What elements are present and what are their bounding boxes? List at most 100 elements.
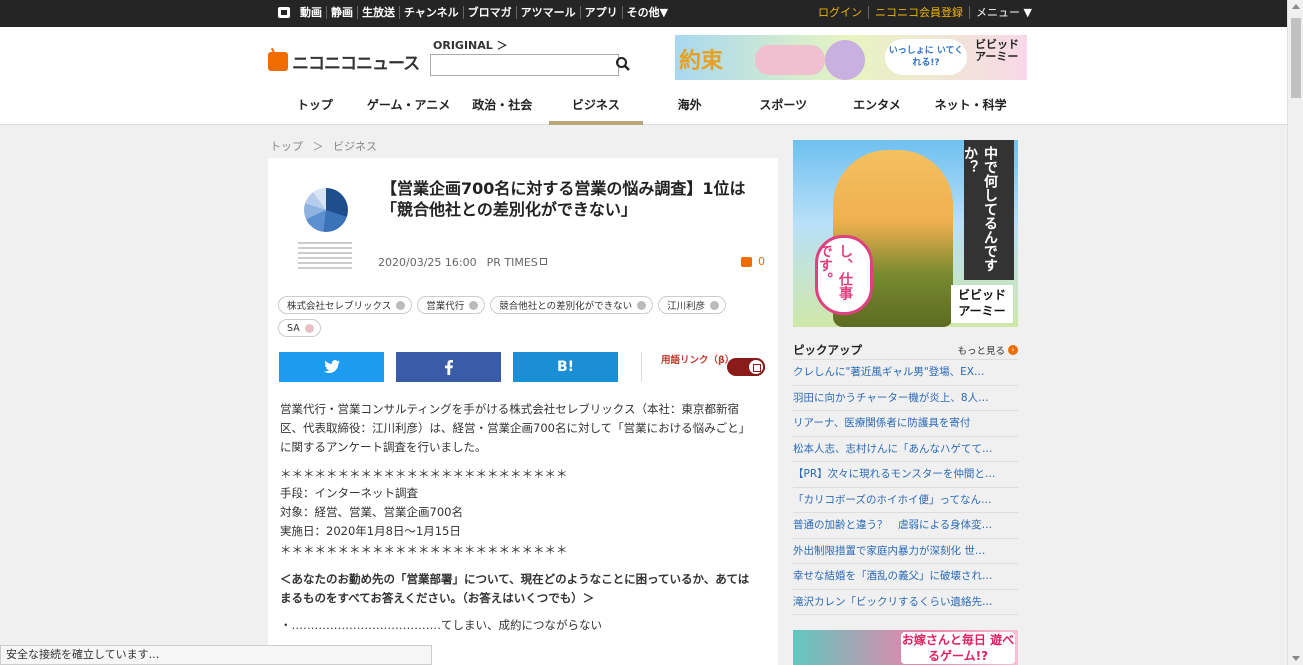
pickup-item[interactable]: 外出制限措置で家庭内暴力が深刻化 世… (793, 539, 1018, 564)
hatena-icon: B! (556, 359, 575, 375)
article-thumbnail[interactable] (294, 176, 356, 276)
service-link[interactable]: ブロマガ (464, 6, 517, 19)
browser-status-bar: 安全な接続を確立しています... (0, 645, 432, 665)
sidebar-bottom-ad[interactable]: お嫁さんと毎日 遊べるゲーム!? (793, 630, 1018, 665)
tag[interactable]: 競合他社との差別化ができない (490, 296, 654, 314)
share-buttons: B! (279, 352, 618, 382)
menu-dropdown[interactable]: メニュー ▼ (970, 6, 1032, 19)
pickup-item[interactable]: 松本人志、志村けんに「あんなハゲてて… (793, 437, 1018, 462)
survey-period: 実施日：2020年1月8日～1月15日 (280, 524, 461, 538)
banner-logo: ビビッド アーミー (975, 38, 1019, 63)
article-paragraph: 営業代行・営業コンサルティングを手がける株式会社セレブリックス（本社：東京都新宿… (280, 402, 751, 454)
nav-tab-politics[interactable]: 政治・社会 (455, 90, 549, 125)
breadcrumb-current[interactable]: ビジネス (333, 140, 377, 153)
logo-tv-icon (268, 52, 288, 71)
article-source[interactable]: PR TIMES (487, 256, 547, 269)
pickup-item[interactable]: クレしんに"著近風ギャル男"登場、EX… (793, 360, 1018, 386)
survey-question: ＜あなたのお勤め先の「営業部署」について、現在どのようなことに困っているか、あて… (280, 572, 750, 605)
tag-dic-icon[interactable] (637, 300, 647, 310)
comment-icon (741, 256, 752, 267)
sidebar-ad[interactable]: 中で何してるんですか？ し、仕事です。 ビビッド アーミー (793, 140, 1018, 327)
global-bar: 動画 静画 生放送 チャンネル ブロマガ アツマール アプリ その他▼ ログイン… (0, 0, 1287, 27)
breadcrumb-separator: ＞ (312, 140, 324, 153)
banner-character (825, 40, 865, 80)
article-card: 【営業企画700名に対する営業の悩み調査】1位は「競合他社との差別化ができない」… (268, 158, 778, 665)
tag-list: 株式会社セレブリックス 営業代行 競合他社との差別化ができない 江川利彦 SA (278, 296, 768, 337)
pickup-item[interactable]: 幸せな結婚を「酒乱の義父」に破壊され… (793, 564, 1018, 590)
account-links: ログイン ニコニコ会員登録 メニュー ▼ (818, 6, 1032, 19)
login-link[interactable]: ログイン (818, 6, 869, 19)
top-banner-ad[interactable]: 約束 いっしょに いてくれる!? ビビッド アーミー (675, 35, 1027, 80)
ad-text: お嫁さんと毎日 遊べるゲーム!? (901, 632, 1015, 664)
article-title: 【営業企画700名に対する営業の悩み調査】1位は「競合他社との差別化ができない」 (381, 179, 746, 219)
nav-tab-entertainment[interactable]: エンタメ (830, 90, 924, 125)
category-nav: トップ ゲーム・アニメ 政治・社会 ビジネス 海外 スポーツ エンタメ ネット・… (268, 90, 1018, 125)
tag[interactable]: 株式会社セレブリックス (278, 296, 413, 314)
service-link-more[interactable]: その他▼ (623, 6, 672, 19)
logo-text: ニコニコニュース (292, 54, 420, 74)
facebook-share-button[interactable] (396, 352, 501, 382)
service-link[interactable]: アプリ (581, 6, 623, 19)
tag-dic-icon[interactable] (304, 323, 314, 333)
article-meta: 2020/03/25 16:00 PR TIMES (378, 256, 547, 269)
service-link[interactable]: チャンネル (400, 6, 464, 19)
nav-tab-sports[interactable]: スポーツ (736, 90, 830, 125)
more-link[interactable]: もっと見る › (957, 343, 1018, 357)
page-scrollbar[interactable] (1287, 0, 1303, 665)
tag-dic-icon[interactable] (396, 300, 406, 310)
twitter-icon (323, 360, 340, 373)
nav-tab-net-science[interactable]: ネット・科学 (924, 90, 1018, 125)
thumbnail-pie-chart (304, 188, 348, 232)
pickup-item[interactable]: 羽田に向かうチャーター機が炎上、8人… (793, 386, 1018, 411)
tag[interactable]: 江川利彦 (658, 296, 727, 314)
hatena-bookmark-button[interactable]: B! (513, 352, 618, 382)
pickup-item[interactable]: 滝沢カレン「ビックリするくらい遺絡先… (793, 590, 1018, 615)
nav-tab-business[interactable]: ビジネス (549, 90, 643, 125)
divider (641, 352, 642, 382)
glossary-toggle[interactable] (727, 358, 765, 376)
service-link[interactable]: 動画 (296, 6, 327, 19)
toggle-knob (747, 358, 765, 376)
ad-vertical-text: 中で何してるんですか？ (962, 140, 1014, 280)
pickup-section: ピックアップ もっと見る › クレしんに"著近風ギャル男"登場、EX… 羽田に向か… (793, 340, 1018, 615)
service-link[interactable]: 生放送 (358, 6, 400, 19)
scroll-down-icon[interactable] (1292, 656, 1300, 661)
tag-dic-icon[interactable] (710, 300, 720, 310)
survey-answer: ・…………………………………てしまい、成約につながらない (280, 618, 602, 632)
pickup-title: ピックアップ (793, 342, 862, 357)
external-link-icon (539, 258, 547, 265)
survey-target: 対象：経営、営業、営業企画700名 (280, 505, 463, 519)
breadcrumb: トップ ＞ ビジネス (270, 138, 383, 154)
nav-tab-top[interactable]: トップ (268, 90, 362, 125)
separator-line: ＊＊＊＊＊＊＊＊＊＊＊＊＊＊＊＊＊＊＊＊＊＊＊＊＊ (280, 543, 568, 557)
pickup-item[interactable]: 【PR】次々に現れるモンスターを仲間と… (793, 462, 1018, 488)
original-link[interactable]: ORIGINAL ＞ (433, 37, 508, 53)
scroll-up-icon[interactable] (1292, 4, 1300, 9)
pickup-item[interactable]: 「カリコボーズのホイホイ便」ってなん… (793, 488, 1018, 513)
tag-dic-icon[interactable] (469, 300, 479, 310)
site-logo[interactable]: ニコニコニュース (268, 49, 420, 74)
register-link[interactable]: ニコニコ会員登録 (869, 6, 970, 19)
ad-speech-bubble: し、仕事です。 (815, 235, 873, 315)
separator-line: ＊＊＊＊＊＊＊＊＊＊＊＊＊＊＊＊＊＊＊＊＊＊＊＊＊ (280, 467, 568, 481)
niconico-tv-icon[interactable] (278, 7, 290, 18)
breadcrumb-home[interactable]: トップ (270, 140, 303, 153)
scrollbar-thumb[interactable] (1291, 18, 1301, 98)
pickup-item[interactable]: 普通の加齢と違う？ 虐弱による身体変… (793, 513, 1018, 539)
tag[interactable]: 営業代行 (417, 296, 486, 314)
twitter-share-button[interactable] (279, 352, 384, 382)
nav-tab-world[interactable]: 海外 (643, 90, 737, 125)
pickup-header: ピックアップ もっと見る › (793, 340, 1018, 360)
article-body: 営業代行・営業コンサルティングを手がける株式会社セレブリックス（本社：東京都新宿… (280, 400, 760, 635)
nav-tab-game-anime[interactable]: ゲーム・アニメ (362, 90, 456, 125)
service-link[interactable]: アツマール (517, 6, 581, 19)
search-icon[interactable] (615, 56, 631, 72)
site-header: ニコニコニュース ORIGINAL ＞ 約束 いっしょに いてくれる!? ビビッ… (0, 27, 1287, 125)
tag[interactable]: SA (278, 319, 321, 337)
service-links: 動画 静画 生放送 チャンネル ブロマガ アツマール アプリ その他▼ (278, 6, 672, 19)
banner-text: いっしょに いてくれる!? (885, 39, 967, 75)
pickup-item[interactable]: リアーナ、医療関係者に防護具を寄付 (793, 411, 1018, 437)
service-link[interactable]: 静画 (327, 6, 358, 19)
search-input[interactable] (430, 54, 619, 76)
comment-count[interactable]: 0 (741, 255, 765, 268)
